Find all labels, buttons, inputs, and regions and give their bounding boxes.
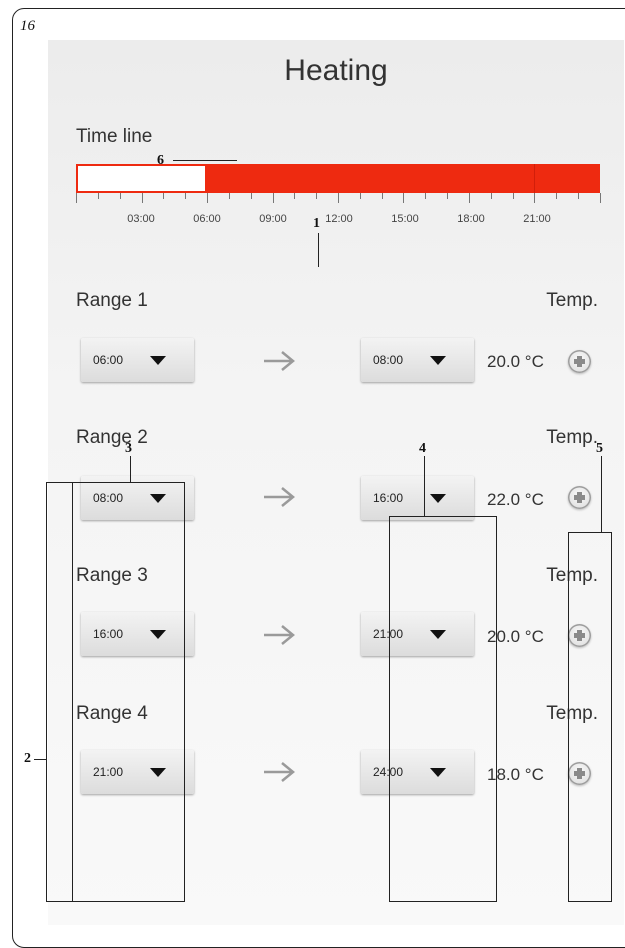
timeline-tick (207, 193, 208, 203)
timeline-tick (163, 193, 165, 199)
timeline-tick (534, 193, 536, 203)
timeline-tick (294, 193, 296, 199)
arrow-right-icon (264, 487, 295, 507)
callout-1-line (318, 233, 319, 267)
arrow-right-icon (264, 351, 295, 371)
timeline-tick (250, 193, 252, 199)
callout-2-bracket (46, 482, 73, 902)
timeline-tick (599, 193, 601, 203)
timeline-divider (534, 164, 535, 193)
range-2-end-value: 16:00 (373, 491, 404, 505)
callout-1-number: 1 (313, 216, 320, 231)
tick-label: 18:00 (457, 213, 485, 225)
callout-6-line (173, 160, 237, 161)
timeline-tick (272, 193, 274, 203)
tick-label: 12:00 (325, 213, 353, 225)
range-2-temp-heading: Temp. (546, 427, 598, 448)
range-2-label: Range 2 (76, 427, 148, 448)
range-1-temp-heading: Temp. (546, 290, 598, 311)
timeline-label: Time line (76, 126, 153, 147)
timeline-tick (578, 193, 580, 199)
tick-label: 06:00 (193, 213, 221, 225)
range-2-add-button[interactable] (568, 486, 591, 509)
timeline-tick (512, 193, 514, 199)
callout-5-number: 5 (596, 441, 603, 456)
range-1-end-select[interactable]: 08:00 (361, 338, 474, 382)
timeline-tick (316, 193, 318, 199)
screen-title: Heating (284, 54, 388, 87)
arrow-right-icon (264, 625, 295, 645)
callout-3-line (130, 456, 131, 482)
callout-4-line (424, 456, 425, 516)
tick-label: 09:00 (259, 213, 287, 225)
timeline-tick (490, 193, 492, 199)
timeline-tick (425, 193, 427, 199)
timeline-axis (76, 193, 601, 207)
plus-icon (573, 355, 586, 368)
callout-3-number: 3 (125, 441, 132, 456)
callout-5-box (568, 532, 612, 902)
range-1-label: Range 1 (76, 290, 148, 311)
tick-label: 15:00 (391, 213, 419, 225)
callout-5-line (601, 456, 602, 532)
range-2-temp-value: 22.0 °C (487, 490, 544, 509)
callout-2-tick (34, 759, 46, 760)
range-2-end-select[interactable]: 16:00 (361, 476, 474, 520)
timeline-tick (141, 193, 143, 203)
caret-down-icon (150, 356, 166, 365)
timeline-tick (359, 193, 361, 199)
range-1-temp-value: 20.0 °C (487, 352, 544, 371)
caret-down-icon (430, 356, 446, 365)
tick-label: 03:00 (127, 213, 155, 225)
timeline-tick (228, 193, 230, 199)
range-1-start-value: 06:00 (93, 353, 124, 367)
callout-6-number: 6 (157, 153, 164, 168)
timeline-tick (556, 193, 558, 199)
timeline-tick (185, 193, 187, 199)
timeline-tick (403, 193, 405, 203)
range-1-end-value: 08:00 (373, 353, 404, 367)
callout-4-box (389, 516, 497, 902)
callout-4-number: 4 (419, 441, 426, 456)
range-1-add-button[interactable] (568, 350, 591, 373)
timeline-tick (76, 193, 77, 203)
timeline-tick (338, 193, 339, 203)
plus-icon (573, 491, 586, 504)
callout-3-box (72, 482, 185, 902)
timeline-tick (381, 193, 383, 199)
timeline-tick (119, 193, 121, 199)
timeline-inactive-segment (76, 164, 207, 193)
timeline-tick (468, 193, 470, 203)
arrow-right-icon (264, 762, 295, 782)
timeline-tick (447, 193, 449, 199)
page-number: 16 (20, 18, 35, 34)
caret-down-icon (430, 494, 446, 503)
timeline-bar[interactable] (76, 164, 600, 193)
range-1-start-select[interactable]: 06:00 (81, 338, 194, 382)
tick-label: 21:00 (523, 213, 551, 225)
callout-2-number: 2 (24, 751, 31, 766)
timeline-tick (97, 193, 99, 199)
